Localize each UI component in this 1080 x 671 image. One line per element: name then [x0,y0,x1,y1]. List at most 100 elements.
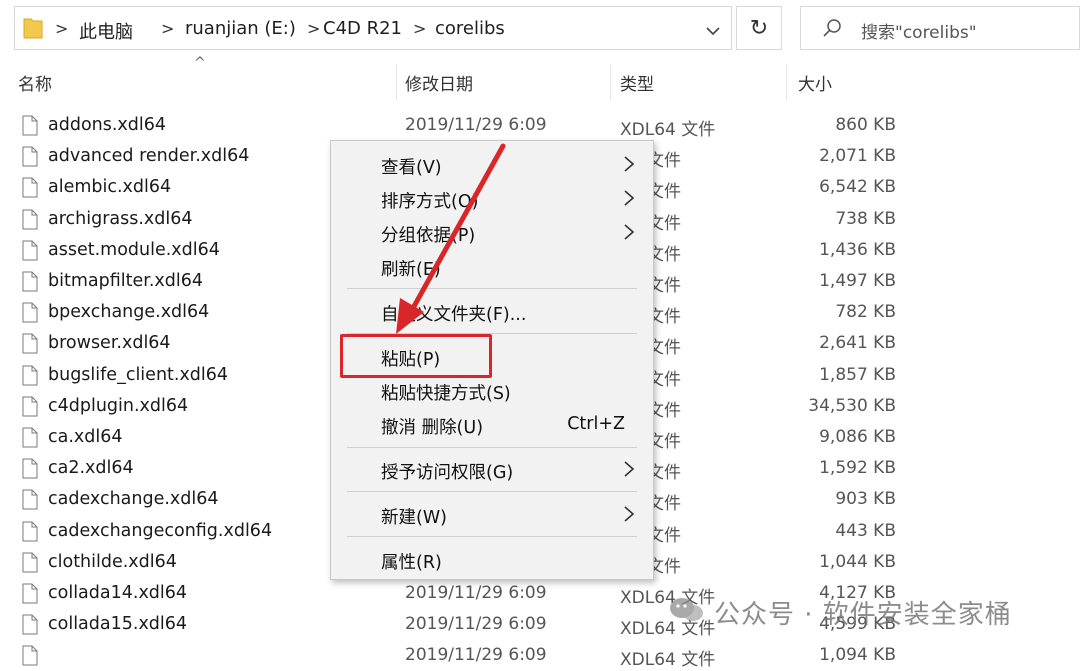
menu-separator [347,447,637,448]
search-icon [823,19,841,37]
file-size: 1,044 KB [819,551,896,572]
address-bar[interactable]: > 此电脑 > ruanjian (E:) > C4D R21 > coreli… [14,6,732,50]
column-header-name[interactable]: 名称 [18,70,52,95]
file-name: ca2.xdl64 [48,458,134,479]
column-divider[interactable] [786,64,787,100]
chevron-right-icon[interactable]: > [161,19,174,38]
file-icon [22,458,38,479]
refresh-button[interactable]: ↻ [736,6,782,50]
menu-item-properties[interactable]: 属性(R) [331,542,653,576]
file-icon [22,177,38,198]
menu-item-group-by[interactable]: 分组依据(P) [331,215,653,249]
file-name: bitmapfilter.xdl64 [48,271,203,291]
file-size: 1,857 KB [819,364,896,385]
menu-item-label: 刷新(E) [381,260,441,280]
breadcrumb-corelibs[interactable]: corelibs [435,18,505,39]
file-icon [22,146,38,167]
file-name: alembic.xdl64 [48,177,172,198]
chevron-right-icon [624,190,635,206]
menu-item-customize-folder[interactable]: 自定义文件夹(F)... [331,294,653,328]
file-icon [22,427,38,448]
breadcrumb-drive[interactable]: ruanjian (E:) [185,18,296,39]
menu-item-label: 新建(W) [381,508,447,528]
file-row[interactable]: addons.xdl64 2019/11/29 6:09 XDL64 文件 860 K… [0,110,1080,141]
menu-item-give-access[interactable]: 授予访问权限(G) [331,452,653,486]
menu-item-label: 分组依据(P) [381,226,476,246]
menu-item-view[interactable]: 查看(V) [331,147,653,181]
menu-item-undo-delete[interactable]: 撤消 删除(U) Ctrl+Z [331,407,653,441]
menu-item-label: 排序方式(O) [381,192,479,212]
file-size: 738 KB [835,208,896,229]
file-size: 1,094 KB [819,645,896,666]
menu-item-label: 撤消 删除(U) [381,418,484,438]
wechat-icon [670,598,703,621]
file-icon [22,115,38,136]
file-name: advanced render.xdl64 [48,146,250,167]
file-name: archigrass.xdl64 [48,208,193,229]
highlight-box [340,334,492,378]
file-date: 2019/11/29 6:09 [405,115,547,135]
column-header-type[interactable]: 类型 [620,70,654,95]
file-date: 2019/11/29 6:09 [405,645,547,666]
file-name: collada15.xdl64 [48,614,188,635]
chevron-right-icon [624,156,635,172]
menu-item-label: 属性(R) [381,553,442,573]
menu-shortcut: Ctrl+Z [567,414,625,434]
folder-icon [23,18,43,39]
column-header-size[interactable]: 大小 [798,70,832,95]
menu-item-label: 自定义文件夹(F)... [381,305,527,325]
file-icon [22,271,38,292]
menu-item-sort-by[interactable]: 排序方式(O) [331,181,653,215]
file-icon [22,302,38,323]
file-size: 34,530 KB [808,395,896,416]
file-name: collada14.xdl64 [48,583,188,603]
file-icon [22,240,38,261]
file-date: 2019/11/29 6:09 [405,614,547,635]
file-size: 2,641 KB [819,333,896,354]
chevron-down-icon[interactable] [705,23,721,39]
file-name: clothilde.xdl64 [48,551,177,572]
breadcrumb-c4d[interactable]: C4D R21 [323,18,402,39]
file-name: ca.xdl64 [48,427,123,447]
file-icon [22,365,38,386]
column-header-modified[interactable]: 修改日期 [405,70,473,95]
search-placeholder: 搜索"corelibs" [861,23,977,43]
chevron-right-icon[interactable]: > [307,19,320,38]
refresh-icon: ↻ [749,15,769,41]
menu-item-label: 查看(V) [381,158,442,178]
file-icon [22,333,38,354]
file-date: 2019/11/29 6:09 [405,583,547,603]
sort-ascending-icon: ^ [194,55,206,71]
chevron-right-icon [624,224,635,240]
file-icon [22,583,38,604]
file-icon [22,209,38,230]
chevron-right-icon[interactable]: > [413,19,426,38]
file-icon [22,521,38,542]
search-input[interactable]: 搜索"corelibs" [800,6,1080,50]
file-row[interactable]: 2019/11/29 6:09 XDL64 文件 1,094 KB [0,640,1080,671]
breadcrumb-this-pc[interactable]: 此电脑 [79,18,133,44]
file-size: 6,542 KB [819,177,896,198]
file-size: 1,497 KB [819,271,896,291]
chevron-right-icon [624,506,635,522]
watermark-text: 公众号 · 软件安装全家桶 [714,600,1012,630]
menu-item-paste-shortcut[interactable]: 粘贴快捷方式(S) [331,373,653,407]
menu-item-new[interactable]: 新建(W) [331,497,653,531]
column-divider[interactable] [610,64,611,100]
file-icon [22,489,38,510]
menu-item-label: 授予访问权限(G) [381,463,514,483]
chevron-right-icon[interactable]: > [55,19,68,38]
file-name: asset.module.xdl64 [48,239,220,260]
file-name: bugslife_client.xdl64 [48,364,229,385]
menu-separator [347,491,637,492]
file-type: XDL64 文件 [620,650,716,671]
file-name: c4dplugin.xdl64 [48,395,189,416]
file-icon [22,645,38,666]
file-size: 860 KB [835,115,896,135]
chevron-right-icon [624,461,635,477]
file-icon [22,396,38,417]
menu-separator [347,288,637,289]
menu-item-refresh[interactable]: 刷新(E) [331,249,653,283]
file-size: 1,436 KB [819,239,896,260]
column-divider[interactable] [396,64,397,100]
